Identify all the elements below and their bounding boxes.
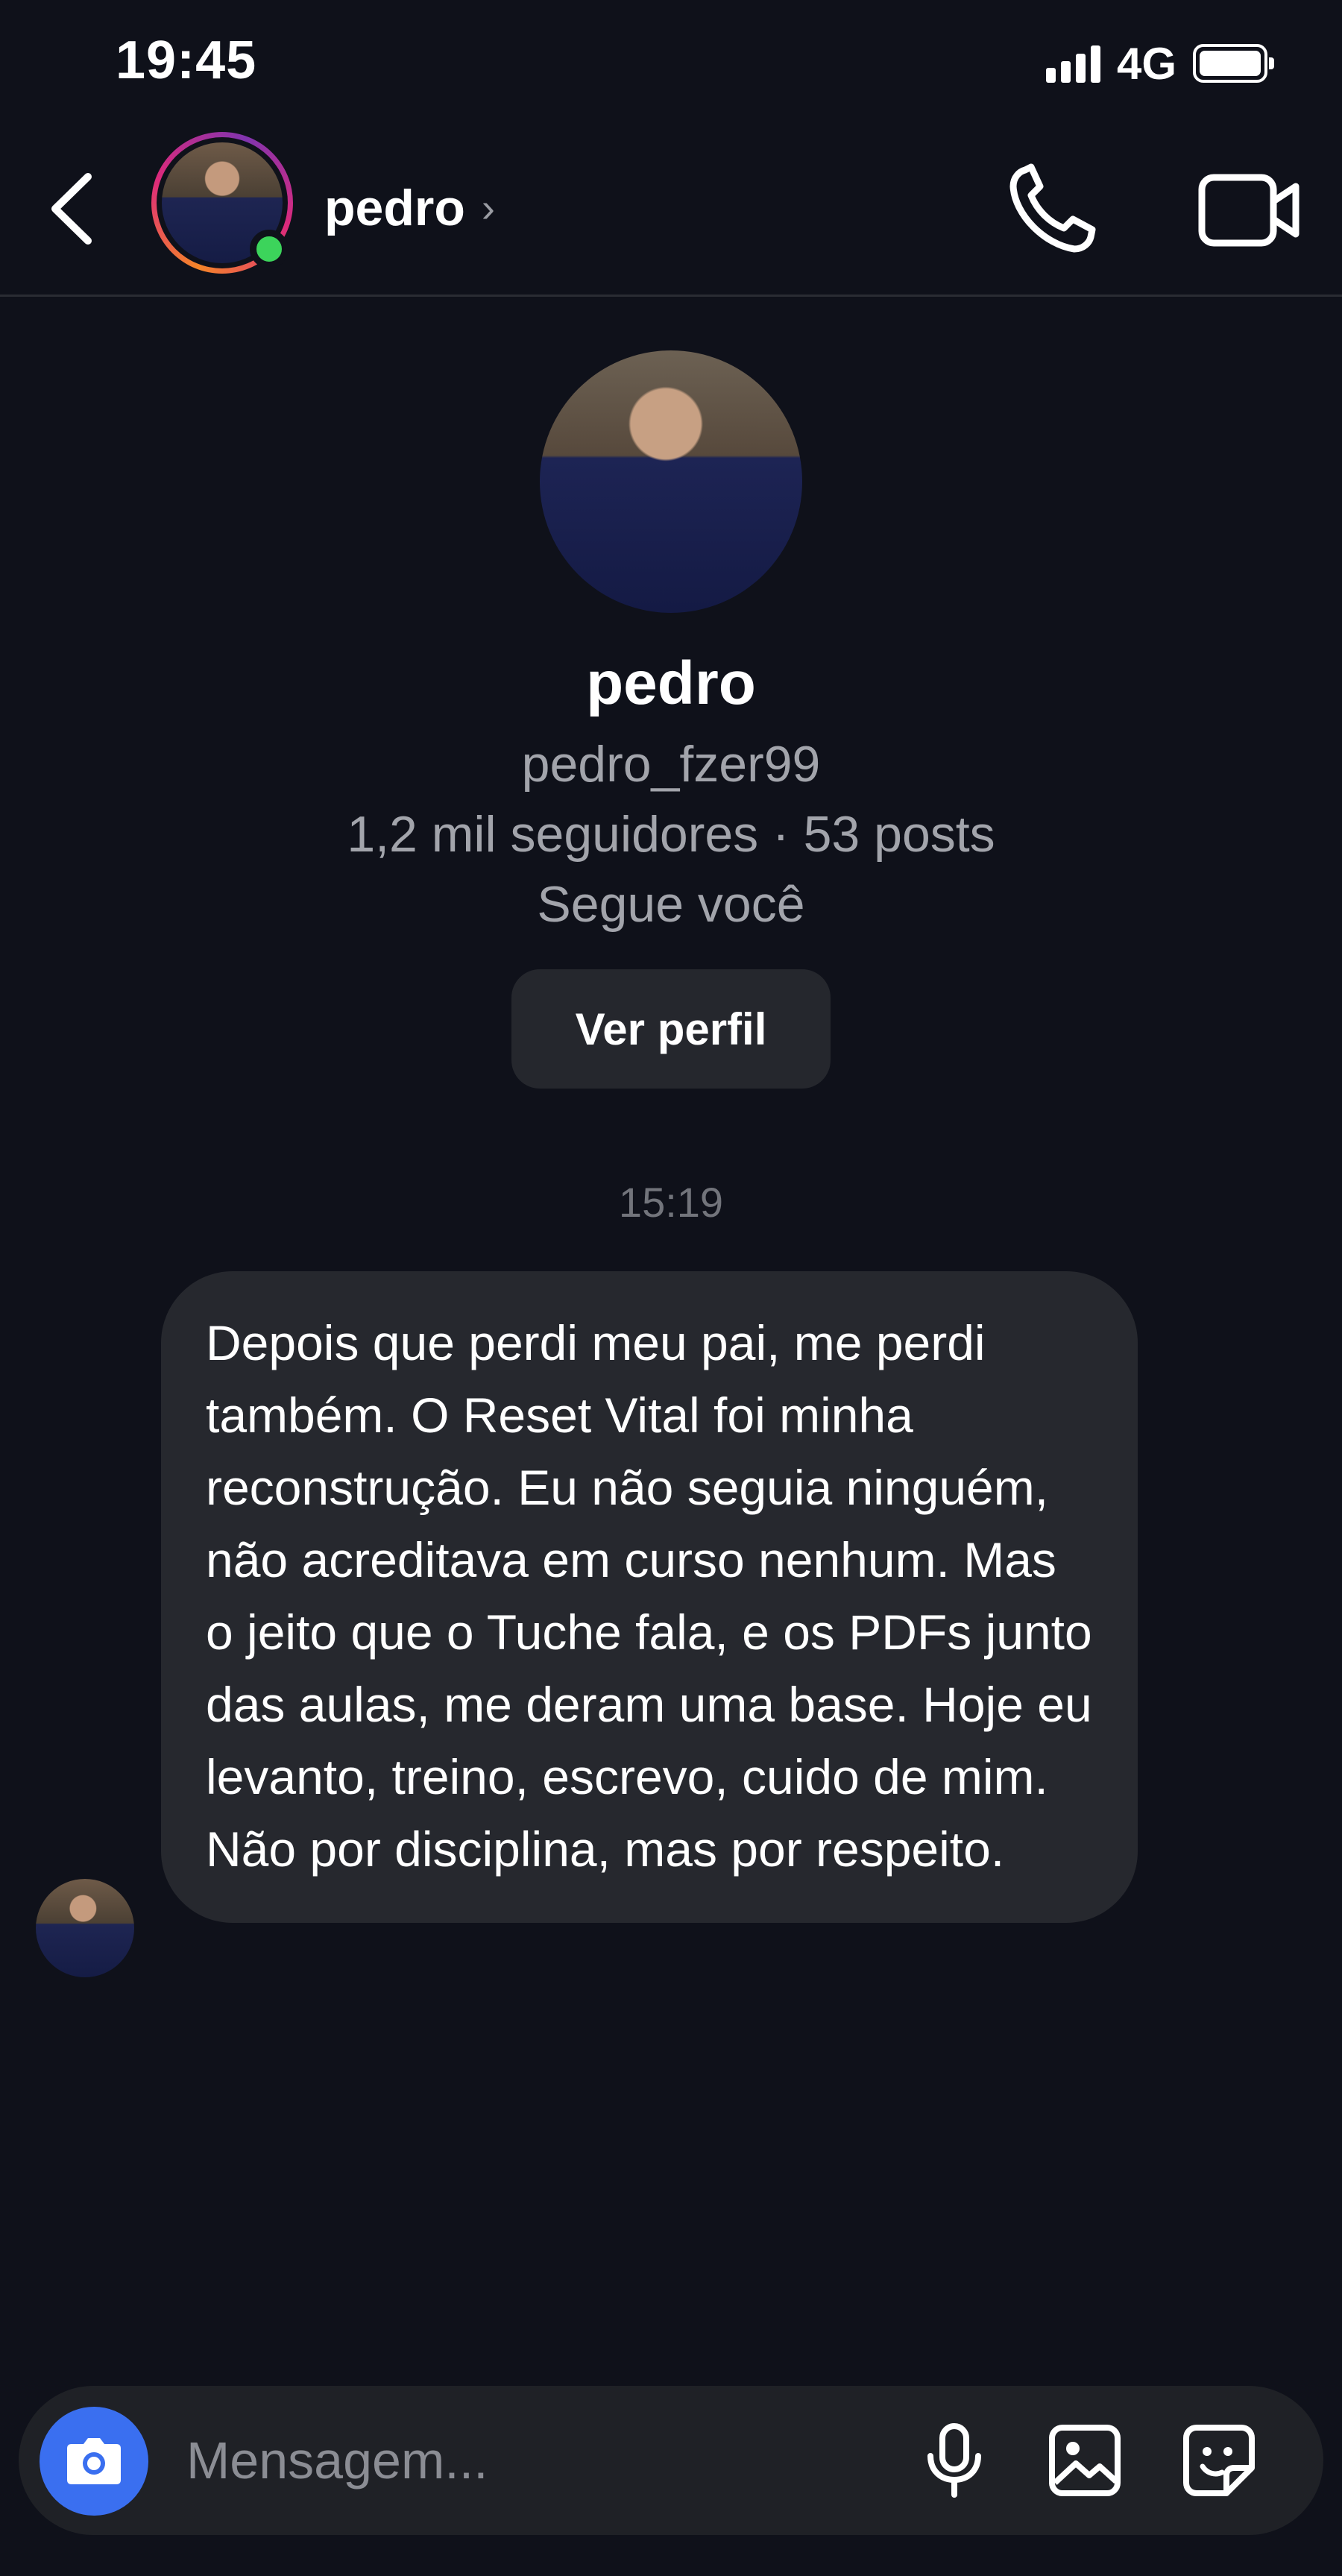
battery-icon	[1193, 44, 1274, 83]
chevron-right-icon: ›	[481, 186, 495, 230]
chat-header: pedro ›	[0, 127, 1342, 297]
profile-avatar	[540, 350, 802, 613]
voice-message-button[interactable]	[913, 2416, 995, 2505]
sender-avatar[interactable]	[36, 1879, 134, 1977]
sticker-icon	[1183, 2425, 1255, 2496]
profile-handle: pedro_fzer99	[521, 736, 821, 793]
header-profile-link[interactable]: pedro ›	[324, 179, 495, 237]
profile-stats: 1,2 mil seguidores · 53 posts	[347, 806, 995, 863]
camera-button[interactable]	[40, 2407, 148, 2516]
message-timestamp: 15:19	[618, 1179, 724, 1226]
profile-card: pedro pedro_fzer99 1,2 mil seguidores · …	[0, 350, 1342, 1089]
phone-icon	[1009, 163, 1096, 253]
status-indicators: 4G	[1045, 37, 1274, 89]
camera-icon	[67, 2438, 121, 2484]
gallery-button[interactable]	[1040, 2416, 1130, 2505]
message-bubble[interactable]: Depois que perdi meu pai, me perdi també…	[161, 1271, 1138, 1923]
status-time: 19:45	[116, 31, 257, 90]
network-label: 4G	[1116, 38, 1176, 89]
contact-name: pedro	[324, 180, 465, 236]
sticker-button[interactable]	[1174, 2416, 1264, 2505]
message-composer	[19, 2386, 1323, 2535]
back-icon	[51, 173, 92, 245]
message-input[interactable]	[186, 2416, 857, 2505]
gallery-icon	[1049, 2425, 1121, 2496]
status-bar: 19:45 4G	[0, 0, 1342, 127]
online-status-indicator	[250, 230, 289, 268]
video-call-button[interactable]	[1193, 157, 1305, 261]
view-profile-button[interactable]: Ver perfil	[511, 969, 831, 1089]
back-button[interactable]	[37, 164, 104, 253]
follows-you-label: Segue você	[537, 876, 805, 933]
signal-icon	[1045, 44, 1100, 83]
profile-name: pedro	[586, 649, 756, 717]
video-icon	[1198, 174, 1300, 247]
microphone-icon	[927, 2423, 981, 2498]
audio-call-button[interactable]	[1003, 157, 1100, 261]
